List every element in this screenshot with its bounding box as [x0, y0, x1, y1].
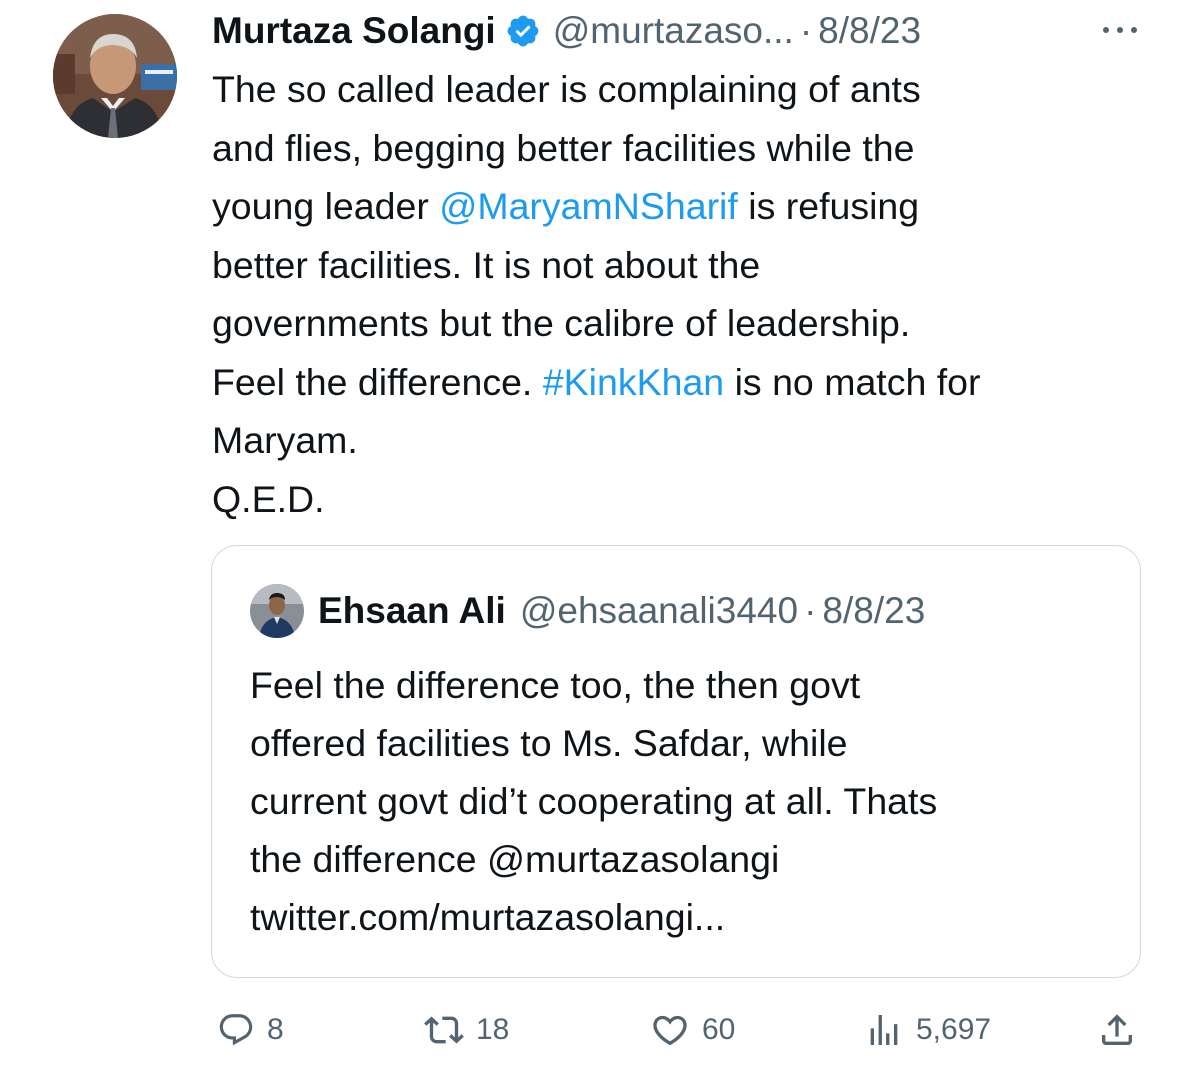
tweet-text-line: and flies, begging better facilities whi…: [212, 119, 1172, 178]
header-separator: ·: [799, 10, 813, 51]
tweet-text-line: Maryam.: [212, 411, 1172, 470]
quoted-handle: @ehsaanali3440: [519, 590, 799, 631]
verified-badge-icon: [505, 13, 541, 49]
tweet-text-line: governments but the calibre of leadershi…: [212, 294, 1172, 353]
tweet-text-segment: Maryam.: [212, 419, 358, 461]
like-icon: [650, 1010, 690, 1050]
tweet-text: The so called leader is complaining of a…: [212, 60, 1172, 528]
quoted-avatar-image: [250, 584, 304, 638]
tweet-text-segment: The so called leader is complaining of a…: [212, 68, 921, 110]
tweet-action-bar: 8 18 60 5,697: [0, 1003, 1200, 1057]
quoted-tweet-header: Ehsaan Ali @ehsaanali3440 · 8/8/23: [318, 586, 925, 636]
quoted-header-separator: ·: [804, 590, 817, 631]
retweet-icon: [424, 1010, 464, 1050]
more-options-icon[interactable]: [1098, 20, 1142, 40]
tweet-date[interactable]: 8/8/23: [818, 10, 921, 52]
tweet-text-segment: is no match for: [724, 360, 981, 403]
hashtag-link[interactable]: #KinkKhan: [543, 361, 724, 403]
share-icon: [1097, 1010, 1137, 1050]
mention-link[interactable]: @MaryamNSharif: [439, 185, 738, 227]
tweet-text-segment: governments but the calibre of leadershi…: [212, 302, 911, 344]
quoted-text-line: twitter.com/murtazasolangi...: [250, 896, 726, 938]
author-handle[interactable]: @murtazaso...: [553, 10, 794, 52]
quoted-date: 8/8/23: [822, 590, 926, 631]
quoted-tweet[interactable]: Ehsaan Ali @ehsaanali3440 · 8/8/23 Feel …: [211, 545, 1141, 978]
quoted-text-line: current govt did’t cooperating at all. T…: [250, 780, 938, 822]
reply-button[interactable]: 8: [217, 1003, 284, 1057]
retweet-button[interactable]: 18: [424, 1003, 509, 1057]
reply-count: 8: [267, 1013, 284, 1046]
tweet-text-line: Feel the difference. #KinkKhan is no mat…: [212, 353, 1172, 412]
tweet-text-segment: Q.E.D.: [212, 477, 325, 520]
quoted-tweet-text: Feel the difference too, the then govt o…: [250, 656, 1130, 946]
quoted-author-avatar[interactable]: [250, 584, 304, 638]
tweet-text-line: better facilities. It is not about the: [212, 236, 1172, 295]
tweet-text-line: young leader @MaryamNSharif is refusing: [212, 177, 1172, 236]
tweet-text-line: Q.E.D.: [212, 470, 1172, 529]
quoted-text-line: Feel the difference too, the then govt: [250, 664, 861, 706]
views-count: 5,697: [916, 1013, 992, 1046]
quoted-text-line: the difference @murtazasolangi: [250, 838, 780, 880]
reply-icon: [217, 1011, 255, 1049]
tweet-text-segment: is refusing: [737, 185, 920, 227]
quoted-text-line: offered facilities to Ms. Safdar, while: [250, 722, 848, 764]
author-avatar[interactable]: [53, 14, 177, 138]
tweet-header: Murtaza Solangi @murtazaso... · 8/8/23: [212, 6, 1172, 56]
tweet-text-segment: and flies, begging better facilities whi…: [212, 126, 915, 169]
tweet-text-segment: young leader: [212, 185, 440, 227]
quoted-display-name: Ehsaan Ali: [318, 590, 506, 631]
share-button[interactable]: [1097, 1003, 1137, 1057]
tweet-text-segment: better facilities. It is not about the: [212, 243, 761, 286]
views-button[interactable]: 5,697: [864, 1003, 991, 1057]
tweet-text-segment: Feel the difference.: [212, 360, 543, 403]
retweet-count: 18: [476, 1013, 510, 1046]
like-button[interactable]: 60: [650, 1003, 735, 1057]
tweet-text-line: The so called leader is complaining of a…: [212, 60, 1172, 119]
author-display-name[interactable]: Murtaza Solangi: [212, 10, 496, 52]
like-count: 60: [702, 1013, 736, 1046]
author-avatar-image: [53, 14, 177, 138]
views-icon: [864, 1010, 904, 1050]
